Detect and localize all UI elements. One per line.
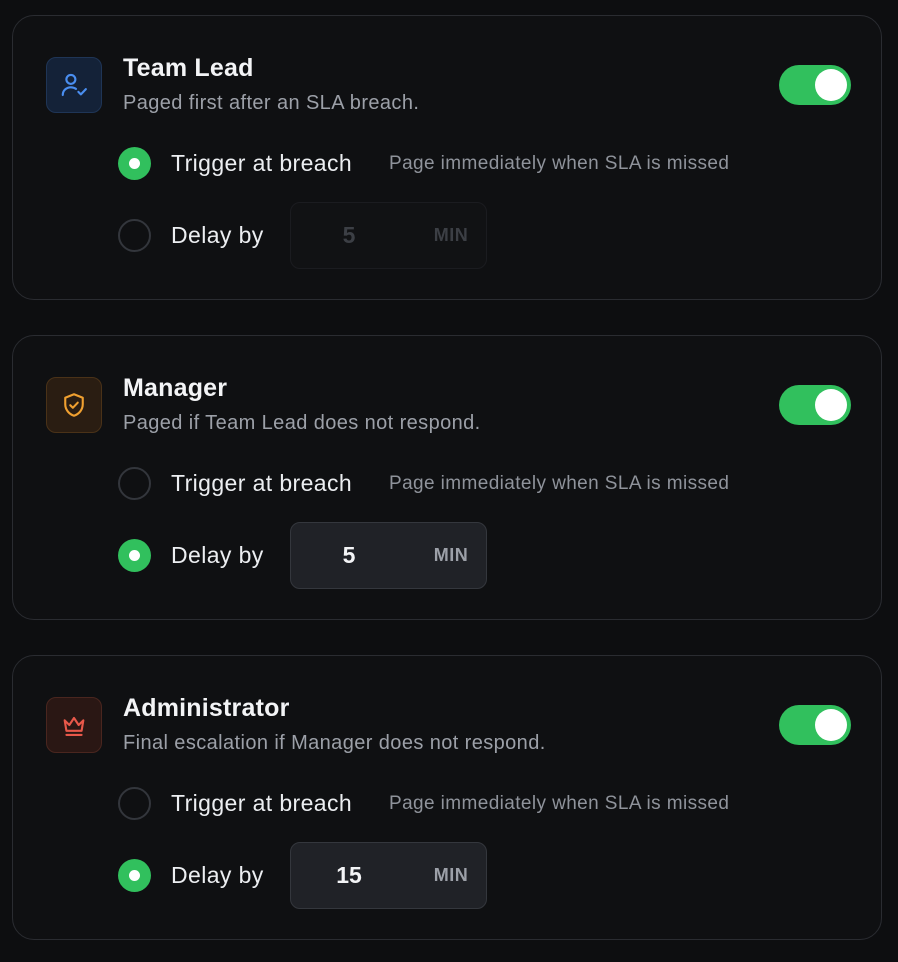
delay-by-label: Delay by <box>171 222 264 248</box>
radio-dot <box>129 870 140 881</box>
crown-icon <box>63 716 85 736</box>
delay-by-label: Delay by <box>171 862 264 888</box>
toggle-knob <box>815 69 847 101</box>
team-lead-icon-box <box>46 57 102 113</box>
delay-value: 5 <box>342 542 356 568</box>
toggle-knob <box>815 709 847 741</box>
level-description: Final escalation if Manager does not res… <box>123 732 546 754</box>
escalation-card-team-lead: Team Lead Paged first after an SLA breac… <box>12 15 882 300</box>
enable-toggle[interactable] <box>779 385 851 425</box>
level-title: Manager <box>123 374 228 402</box>
delay-unit: MIN <box>433 865 469 885</box>
toggle-knob <box>815 389 847 421</box>
delay-by-label: Delay by <box>171 542 264 568</box>
level-title: Team Lead <box>123 54 254 82</box>
delay-value: 5 <box>342 222 356 248</box>
trigger-hint: Page immediately when SLA is missed <box>389 473 730 494</box>
level-description: Paged first after an SLA breach. <box>123 92 420 114</box>
escalation-card-manager: Manager Paged if Team Lead does not resp… <box>12 335 882 620</box>
trigger-hint: Page immediately when SLA is missed <box>389 153 730 174</box>
trigger-at-breach-label: Trigger at breach <box>171 790 353 816</box>
delay-unit: MIN <box>433 545 469 565</box>
radio-dot <box>129 550 140 561</box>
delay-by-radio[interactable] <box>118 539 151 572</box>
level-description: Paged if Team Lead does not respond. <box>123 412 481 434</box>
user-check-icon <box>61 73 87 97</box>
escalation-card-administrator: Administrator Final escalation if Manage… <box>12 655 882 940</box>
enable-toggle[interactable] <box>779 705 851 745</box>
delay-input[interactable]: 5 MIN <box>290 522 487 589</box>
delay-value: 15 <box>336 862 362 888</box>
delay-unit: MIN <box>433 225 469 245</box>
shield-check-icon <box>64 393 84 417</box>
manager-icon-box <box>46 377 102 433</box>
enable-toggle[interactable] <box>779 65 851 105</box>
delay-by-radio[interactable] <box>118 859 151 892</box>
trigger-at-breach-label: Trigger at breach <box>171 470 353 496</box>
administrator-icon-box <box>46 697 102 753</box>
delay-by-radio[interactable] <box>118 219 151 252</box>
delay-input[interactable]: 15 MIN <box>290 842 487 909</box>
trigger-at-breach-radio[interactable] <box>118 787 151 820</box>
radio-dot <box>129 158 140 169</box>
delay-input[interactable]: 5 MIN <box>290 202 487 269</box>
trigger-hint: Page immediately when SLA is missed <box>389 793 730 814</box>
trigger-at-breach-radio[interactable] <box>118 467 151 500</box>
trigger-at-breach-radio[interactable] <box>118 147 151 180</box>
trigger-at-breach-label: Trigger at breach <box>171 150 353 176</box>
level-title: Administrator <box>123 694 290 722</box>
